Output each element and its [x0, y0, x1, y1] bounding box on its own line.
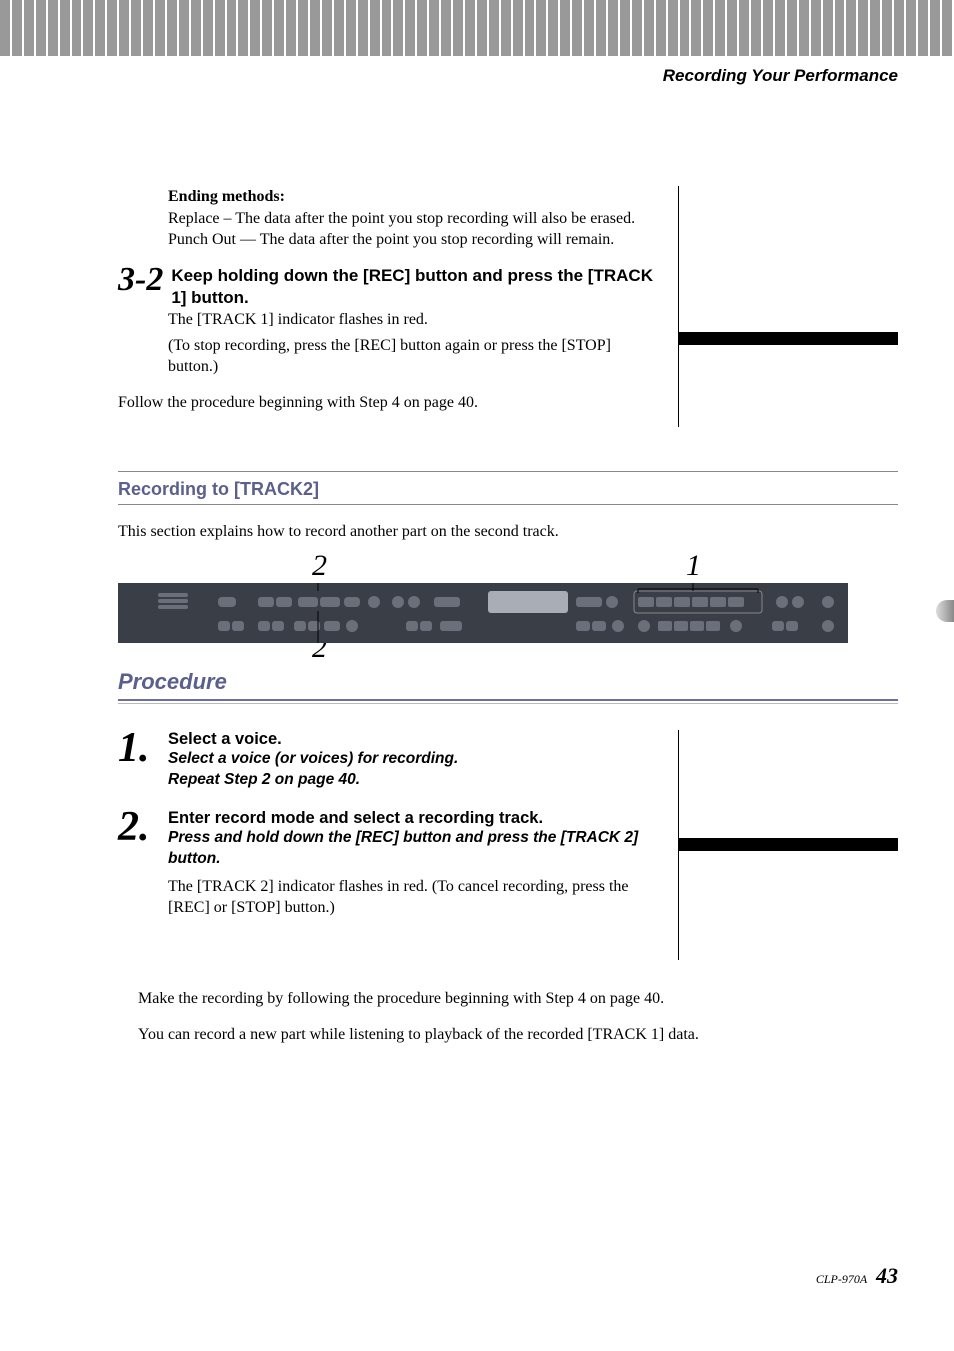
step-3-2-follow: Follow the procedure beginning with Step… [118, 392, 658, 414]
footer-page-number: 43 [876, 1263, 898, 1288]
sidebar-black-bar-2 [678, 838, 898, 851]
page-tab-edge [936, 600, 954, 622]
step-2-title: Enter record mode and select a recording… [168, 809, 658, 828]
section-intro: This section explains how to record anot… [118, 521, 898, 543]
control-panel-diagram: 2 2 1 [118, 559, 848, 659]
step-3-2-number: 3-2 [118, 265, 163, 296]
step-1-number: 1. [118, 724, 150, 772]
section-title-track2: Recording to [TRACK2] [118, 479, 898, 500]
step-2-sub1: Press and hold down the [REC] button and… [168, 828, 658, 870]
page-footer: CLP-970A 43 [816, 1263, 898, 1289]
step-1-title: Select a voice. [168, 730, 658, 749]
page-header-title: Recording Your Performance [663, 66, 898, 86]
ending-methods-heading: Ending methods: [168, 188, 285, 205]
step-2-number: 2. [118, 803, 150, 851]
tail-line-1: Make the recording by following the proc… [138, 988, 898, 1010]
step-3-2-title: Keep holding down the [REC] button and p… [118, 265, 658, 309]
footer-model: CLP-970A [816, 1272, 867, 1286]
panel-callout-2-top: 2 [312, 549, 327, 583]
top-decorative-bars [0, 0, 954, 56]
tail-line-2: You can record a new part while listenin… [138, 1024, 898, 1046]
step-1-sub1: Select a voice (or voices) for recording… [168, 749, 658, 770]
step-3-2-line2: (To stop recording, press the [REC] butt… [168, 335, 658, 378]
step-2-detail: The [TRACK 2] indicator flashes in red. … [168, 876, 658, 919]
step-1-sub2: Repeat Step 2 on page 40. [168, 770, 658, 791]
ending-replace-text: Replace – The data after the point you s… [168, 210, 635, 227]
step-3-2-line1: The [TRACK 1] indicator flashes in red. [168, 309, 658, 331]
panel-callout-1: 1 [686, 549, 701, 583]
ending-punchout-text: Punch Out — The data after the point you… [168, 231, 614, 248]
procedure-heading: Procedure [118, 669, 898, 695]
sidebar-black-bar-1 [678, 332, 898, 345]
